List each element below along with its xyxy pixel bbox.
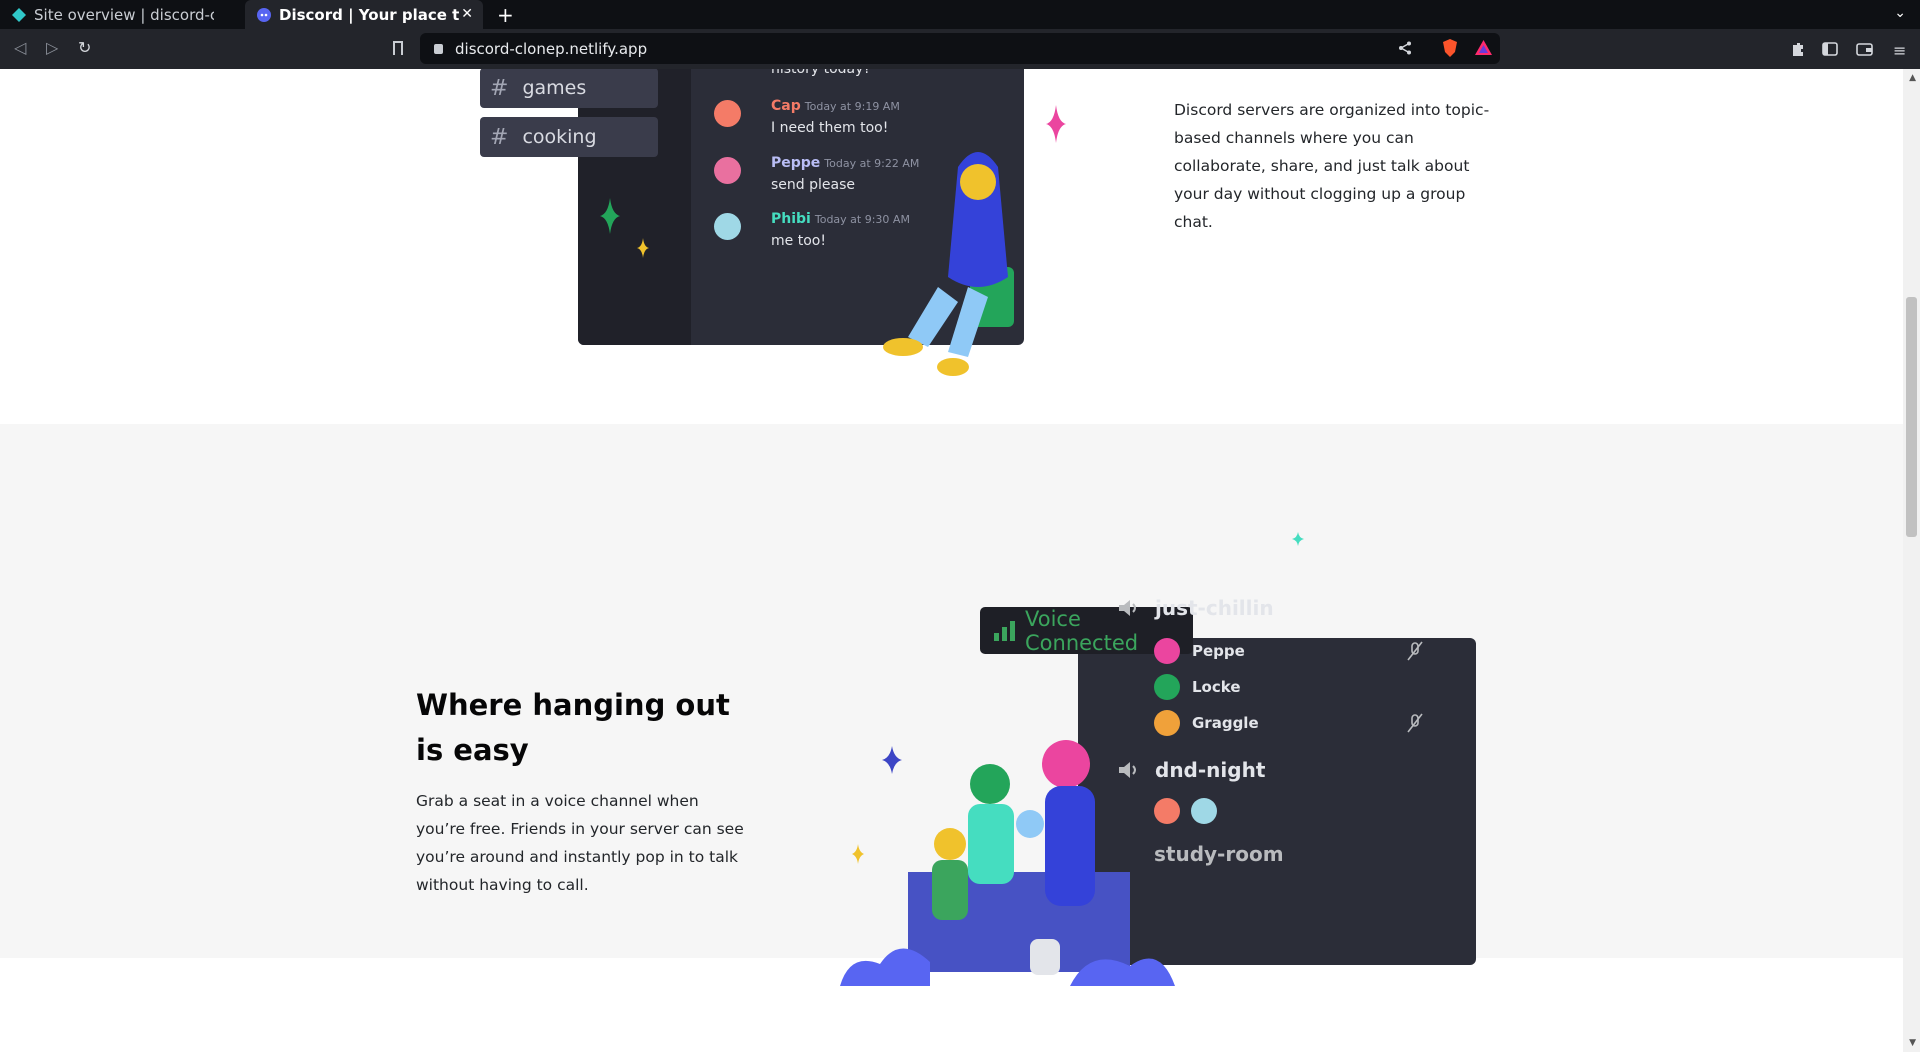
speaker-icon — [1119, 600, 1136, 616]
channel-games: # games — [480, 69, 658, 108]
avatar — [714, 157, 741, 184]
mute-icon — [1407, 641, 1423, 661]
sparkle-icon — [1292, 532, 1304, 546]
forward-icon[interactable]: ▷ — [46, 38, 58, 57]
lock-icon — [434, 43, 443, 54]
chat-sidebar — [578, 69, 691, 345]
menu-icon[interactable]: ≡ — [1893, 41, 1906, 60]
voice-user-name: Peppe — [1192, 642, 1245, 660]
sparkle-icon — [1046, 105, 1066, 143]
sparkle-icon — [637, 238, 649, 258]
voice-user: Locke — [1154, 674, 1241, 700]
friends-illustration — [840, 740, 1175, 986]
tab-site-overview[interactable]: Site overview | discord-clonep — [0, 0, 244, 29]
reload-icon[interactable]: ↻ — [78, 38, 91, 57]
scrollbar-thumb[interactable] — [1906, 297, 1917, 537]
wallet-icon[interactable] — [1856, 41, 1873, 57]
address-bar[interactable]: discord-clonep.netlify.app — [420, 33, 1500, 64]
brave-shield-icon[interactable] — [1442, 39, 1458, 57]
scroll-down-icon[interactable]: ▼ — [1909, 1038, 1916, 1048]
brave-rewards-icon[interactable] — [1475, 40, 1492, 55]
avatar — [1154, 674, 1180, 700]
message-author: Cap Today at 9:19 AM — [771, 98, 900, 114]
page-scrollbar[interactable]: ▲ ▼ — [1903, 69, 1920, 1052]
sparkle-icon — [600, 198, 620, 234]
section-description: Grab a seat in a voice channel when you’… — [416, 792, 744, 894]
hash-icon: # — [490, 124, 509, 150]
signal-icon — [994, 620, 1015, 641]
section-heading: Where hanging out is easy — [416, 688, 730, 767]
browser-toolbar: ◁ ▷ ↻ discord-clonep.netlify.app ≡ — [0, 29, 1920, 69]
page-viewport: # games # cooking history today? Cap Toda… — [0, 69, 1920, 1052]
voice-user: Peppe — [1154, 638, 1245, 664]
back-icon[interactable]: ◁ — [14, 38, 26, 57]
channel-name: games — [522, 77, 587, 99]
voice-channel-name: just-chillin — [1155, 596, 1274, 620]
extensions-icon[interactable] — [1790, 41, 1806, 57]
channel-cooking: # cooking — [480, 117, 658, 157]
new-tab-button[interactable]: + — [497, 3, 514, 27]
bookmark-icon[interactable] — [393, 41, 403, 55]
channel-name: cooking — [522, 126, 597, 148]
tab-label: Discord | Your place to Talk — [279, 5, 459, 24]
avatar — [714, 213, 741, 240]
share-icon[interactable] — [1398, 41, 1412, 55]
character-illustration — [883, 152, 1014, 376]
close-tab-icon[interactable]: ✕ — [461, 6, 473, 22]
channels-description: Discord servers are organized into topic… — [1174, 101, 1490, 231]
sidebar-icon[interactable] — [1822, 41, 1838, 57]
discord-icon — [257, 7, 271, 22]
url-text[interactable]: discord-clonep.netlify.app — [455, 40, 647, 58]
message-partial: history today? — [771, 69, 871, 77]
avatar — [714, 100, 741, 127]
mute-icon — [1407, 713, 1423, 733]
tab-label: Site overview | discord-clonep — [34, 5, 214, 24]
tab-discord[interactable]: Discord | Your place to Talk ✕ — [245, 0, 483, 29]
message-text: I need them too! — [771, 120, 889, 136]
voice-user-name: Locke — [1192, 678, 1241, 696]
hash-icon: # — [490, 75, 509, 101]
voice-channel: just-chillin — [1117, 596, 1274, 620]
chevron-down-icon[interactable]: ⌄ — [1894, 5, 1906, 21]
message-text: send please — [771, 177, 855, 193]
scroll-up-icon[interactable]: ▲ — [1909, 73, 1916, 83]
message-time: Today at 9:19 AM — [804, 100, 900, 113]
avatar — [1154, 638, 1180, 664]
browser-tabbar: Site overview | discord-clonep Discord |… — [0, 0, 1920, 29]
message-text: me too! — [771, 233, 826, 249]
netlify-icon — [12, 7, 26, 22]
